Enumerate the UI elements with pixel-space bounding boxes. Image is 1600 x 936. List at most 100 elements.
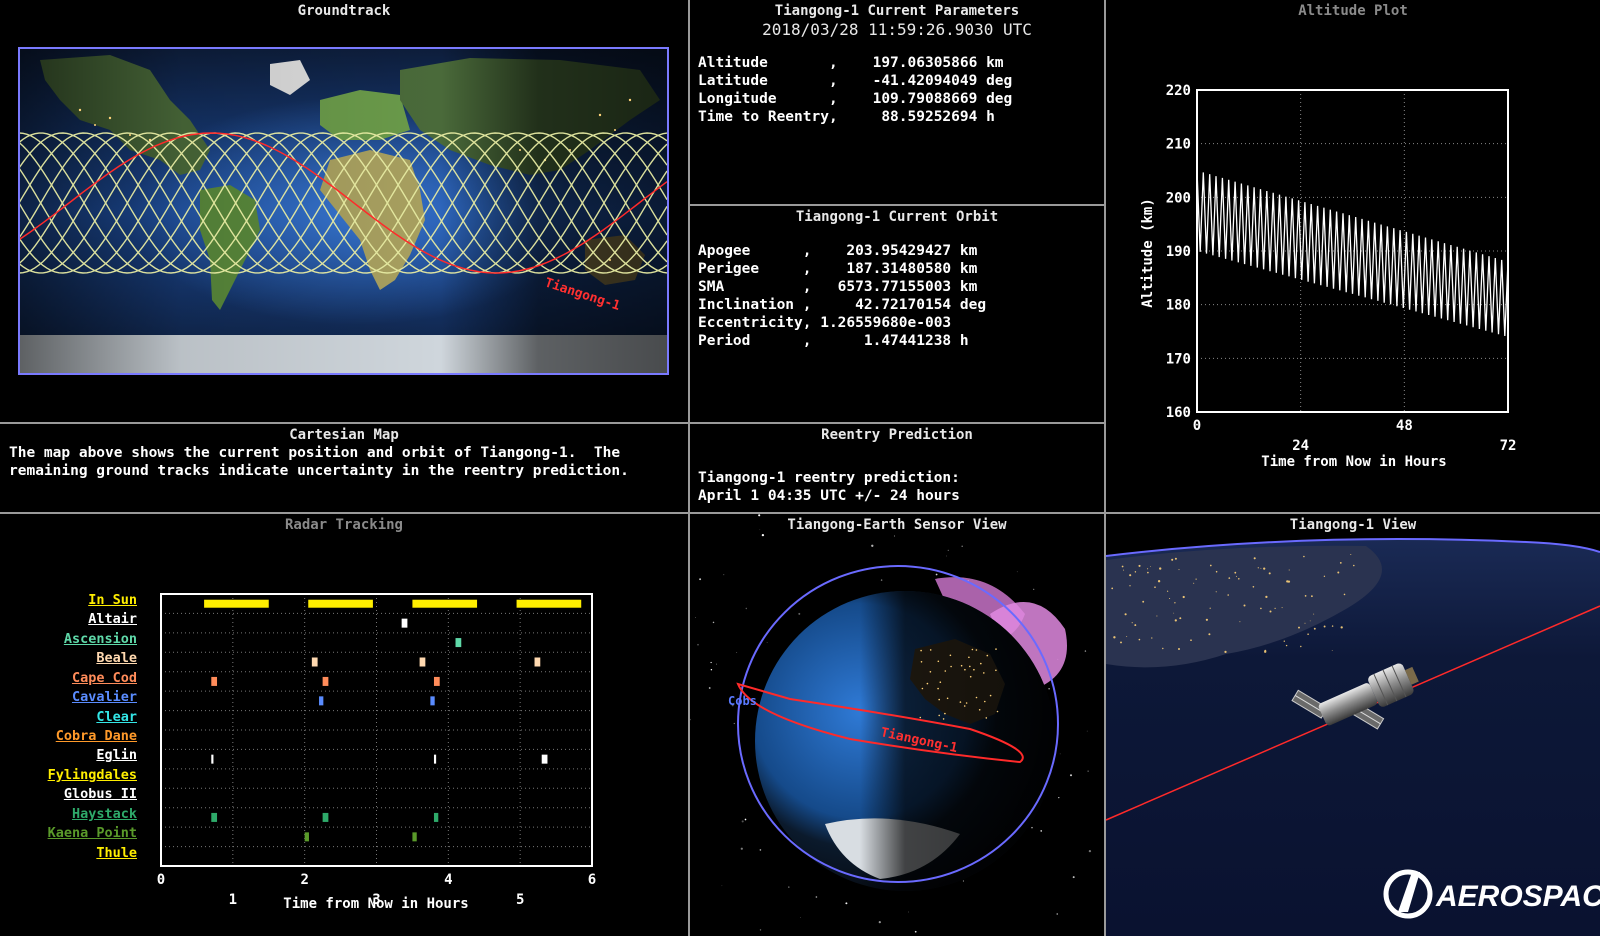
city-light xyxy=(968,656,970,659)
city-light xyxy=(1151,637,1153,639)
star xyxy=(1086,730,1088,732)
city-light xyxy=(1339,562,1342,564)
city-light xyxy=(944,712,946,715)
city-light xyxy=(1323,575,1326,577)
star xyxy=(798,612,801,615)
altitude-ytick-label: 180 xyxy=(1166,298,1191,314)
city-light xyxy=(1239,621,1241,623)
star xyxy=(710,668,713,671)
city-light xyxy=(959,701,962,703)
city-light xyxy=(1274,607,1276,609)
city-light xyxy=(1337,571,1340,574)
city-light xyxy=(1313,613,1315,615)
radar-grid xyxy=(161,594,592,866)
city-light xyxy=(949,654,952,657)
sensor-view[interactable]: Tiangong-1 Cobs xyxy=(690,514,1104,936)
star xyxy=(871,544,874,547)
city-light xyxy=(1166,590,1169,592)
altitude-ytick-label: 170 xyxy=(1166,351,1191,367)
city-light xyxy=(1260,567,1262,569)
altitude-ylabel: Altitude (km) xyxy=(1140,198,1156,308)
cartesian-title: Cartesian Map xyxy=(289,427,399,443)
city-light xyxy=(920,661,923,663)
city-light xyxy=(1121,565,1124,568)
city-light xyxy=(944,670,947,672)
orbit-title: Tiangong-1 Current Orbit xyxy=(795,209,999,225)
city-light xyxy=(995,648,997,650)
city-light xyxy=(1269,610,1272,613)
altitude-panel: Altitude Plot 220 210 200 190 180 170 160 0 48 2… xyxy=(1106,0,1600,512)
star xyxy=(947,549,949,552)
city-light xyxy=(1243,604,1246,607)
city-light xyxy=(938,698,940,701)
star xyxy=(736,652,738,653)
orbit-panel: Tiangong-1 Current Orbit Apogee , 203.95… xyxy=(690,206,1104,422)
star xyxy=(1069,774,1073,777)
city-light xyxy=(995,669,997,672)
city-light xyxy=(1285,644,1288,647)
param-row-time-to-reentry: Time to Reentry, 88.59252694 h xyxy=(698,109,995,125)
orbit-row-perigee: Perigee , 187.31480580 km xyxy=(698,261,978,277)
star xyxy=(766,641,768,643)
star xyxy=(800,917,801,918)
satview-scene[interactable]: AEROSPACE xyxy=(1106,514,1600,936)
reentry-title: Reentry Prediction xyxy=(821,427,973,443)
city-light xyxy=(1263,567,1266,570)
city-light xyxy=(983,672,985,674)
city-light xyxy=(985,717,988,719)
altitude-chart[interactable]: 220 210 200 190 180 170 160 0 48 24 72 Altitude (… xyxy=(1106,0,1600,512)
star xyxy=(880,579,883,581)
altitude-xtick-label: 48 xyxy=(1396,418,1413,434)
altitude-ytick-label: 210 xyxy=(1166,137,1191,153)
star xyxy=(935,573,938,576)
star xyxy=(1048,688,1050,690)
radar-pass-bar xyxy=(319,696,324,706)
radar-xtick-label: 6 xyxy=(588,872,596,888)
orbit-row-eccentricity: Eccentricity, 1.26559680e-003 xyxy=(698,315,952,331)
radar-pass-bar xyxy=(433,812,439,822)
city-light xyxy=(1147,568,1149,570)
city-light xyxy=(1111,587,1114,590)
star xyxy=(845,902,848,905)
params-panel: Tiangong-1 Current Parameters 2018/03/28… xyxy=(690,0,1104,204)
city-light xyxy=(1178,569,1180,571)
city-light xyxy=(1209,564,1212,567)
param-row-altitude: Altitude , 197.06305866 km xyxy=(698,55,1004,71)
altitude-ytick-label: 190 xyxy=(1166,244,1191,260)
radar-pass-bar xyxy=(419,657,426,667)
city-light xyxy=(1131,622,1133,624)
city-light xyxy=(1182,595,1185,599)
altitude-ytick-label: 200 xyxy=(1166,190,1191,206)
radar-pass-bar xyxy=(516,599,582,608)
city-light xyxy=(996,710,999,713)
radar-chart[interactable]: 0 2 4 61 3 5 Time from Now in Hours xyxy=(0,514,688,936)
satview-panel: AEROSPACE Tiangong-1 View xyxy=(1106,514,1600,936)
star xyxy=(908,911,909,913)
radar-pass-bar xyxy=(211,812,218,822)
city-light xyxy=(978,709,981,711)
radar-xtick-label: 0 xyxy=(157,872,165,888)
radar-passes xyxy=(204,599,582,842)
city-light xyxy=(1179,617,1182,620)
radar-pass-bar xyxy=(433,676,440,686)
orbit-row-inclination: Inclination , 42.72170154 deg xyxy=(698,297,987,313)
city-light xyxy=(989,694,992,697)
city-light xyxy=(1123,569,1125,571)
city-light xyxy=(1142,600,1145,603)
param-row-longitude: Longitude , 109.79088669 deg xyxy=(698,91,1013,107)
altitude-line xyxy=(1196,170,1509,337)
city-light xyxy=(937,660,940,663)
city-light xyxy=(1126,636,1128,638)
orbit-row-period: Period , 1.47441238 h xyxy=(698,333,969,349)
groundtrack-map[interactable]: Tiangong-1 xyxy=(0,0,688,422)
city-light xyxy=(920,649,922,652)
city-light xyxy=(1129,574,1132,577)
city-light xyxy=(926,682,929,685)
star xyxy=(962,880,964,882)
city-light xyxy=(1147,571,1149,574)
city-light xyxy=(1174,557,1177,560)
city-light xyxy=(980,662,982,665)
city-light xyxy=(1205,618,1208,621)
radar-panel: Radar Tracking In Sun Altair Ascension Beal… xyxy=(0,514,688,936)
radar-pass-bar xyxy=(455,638,462,648)
